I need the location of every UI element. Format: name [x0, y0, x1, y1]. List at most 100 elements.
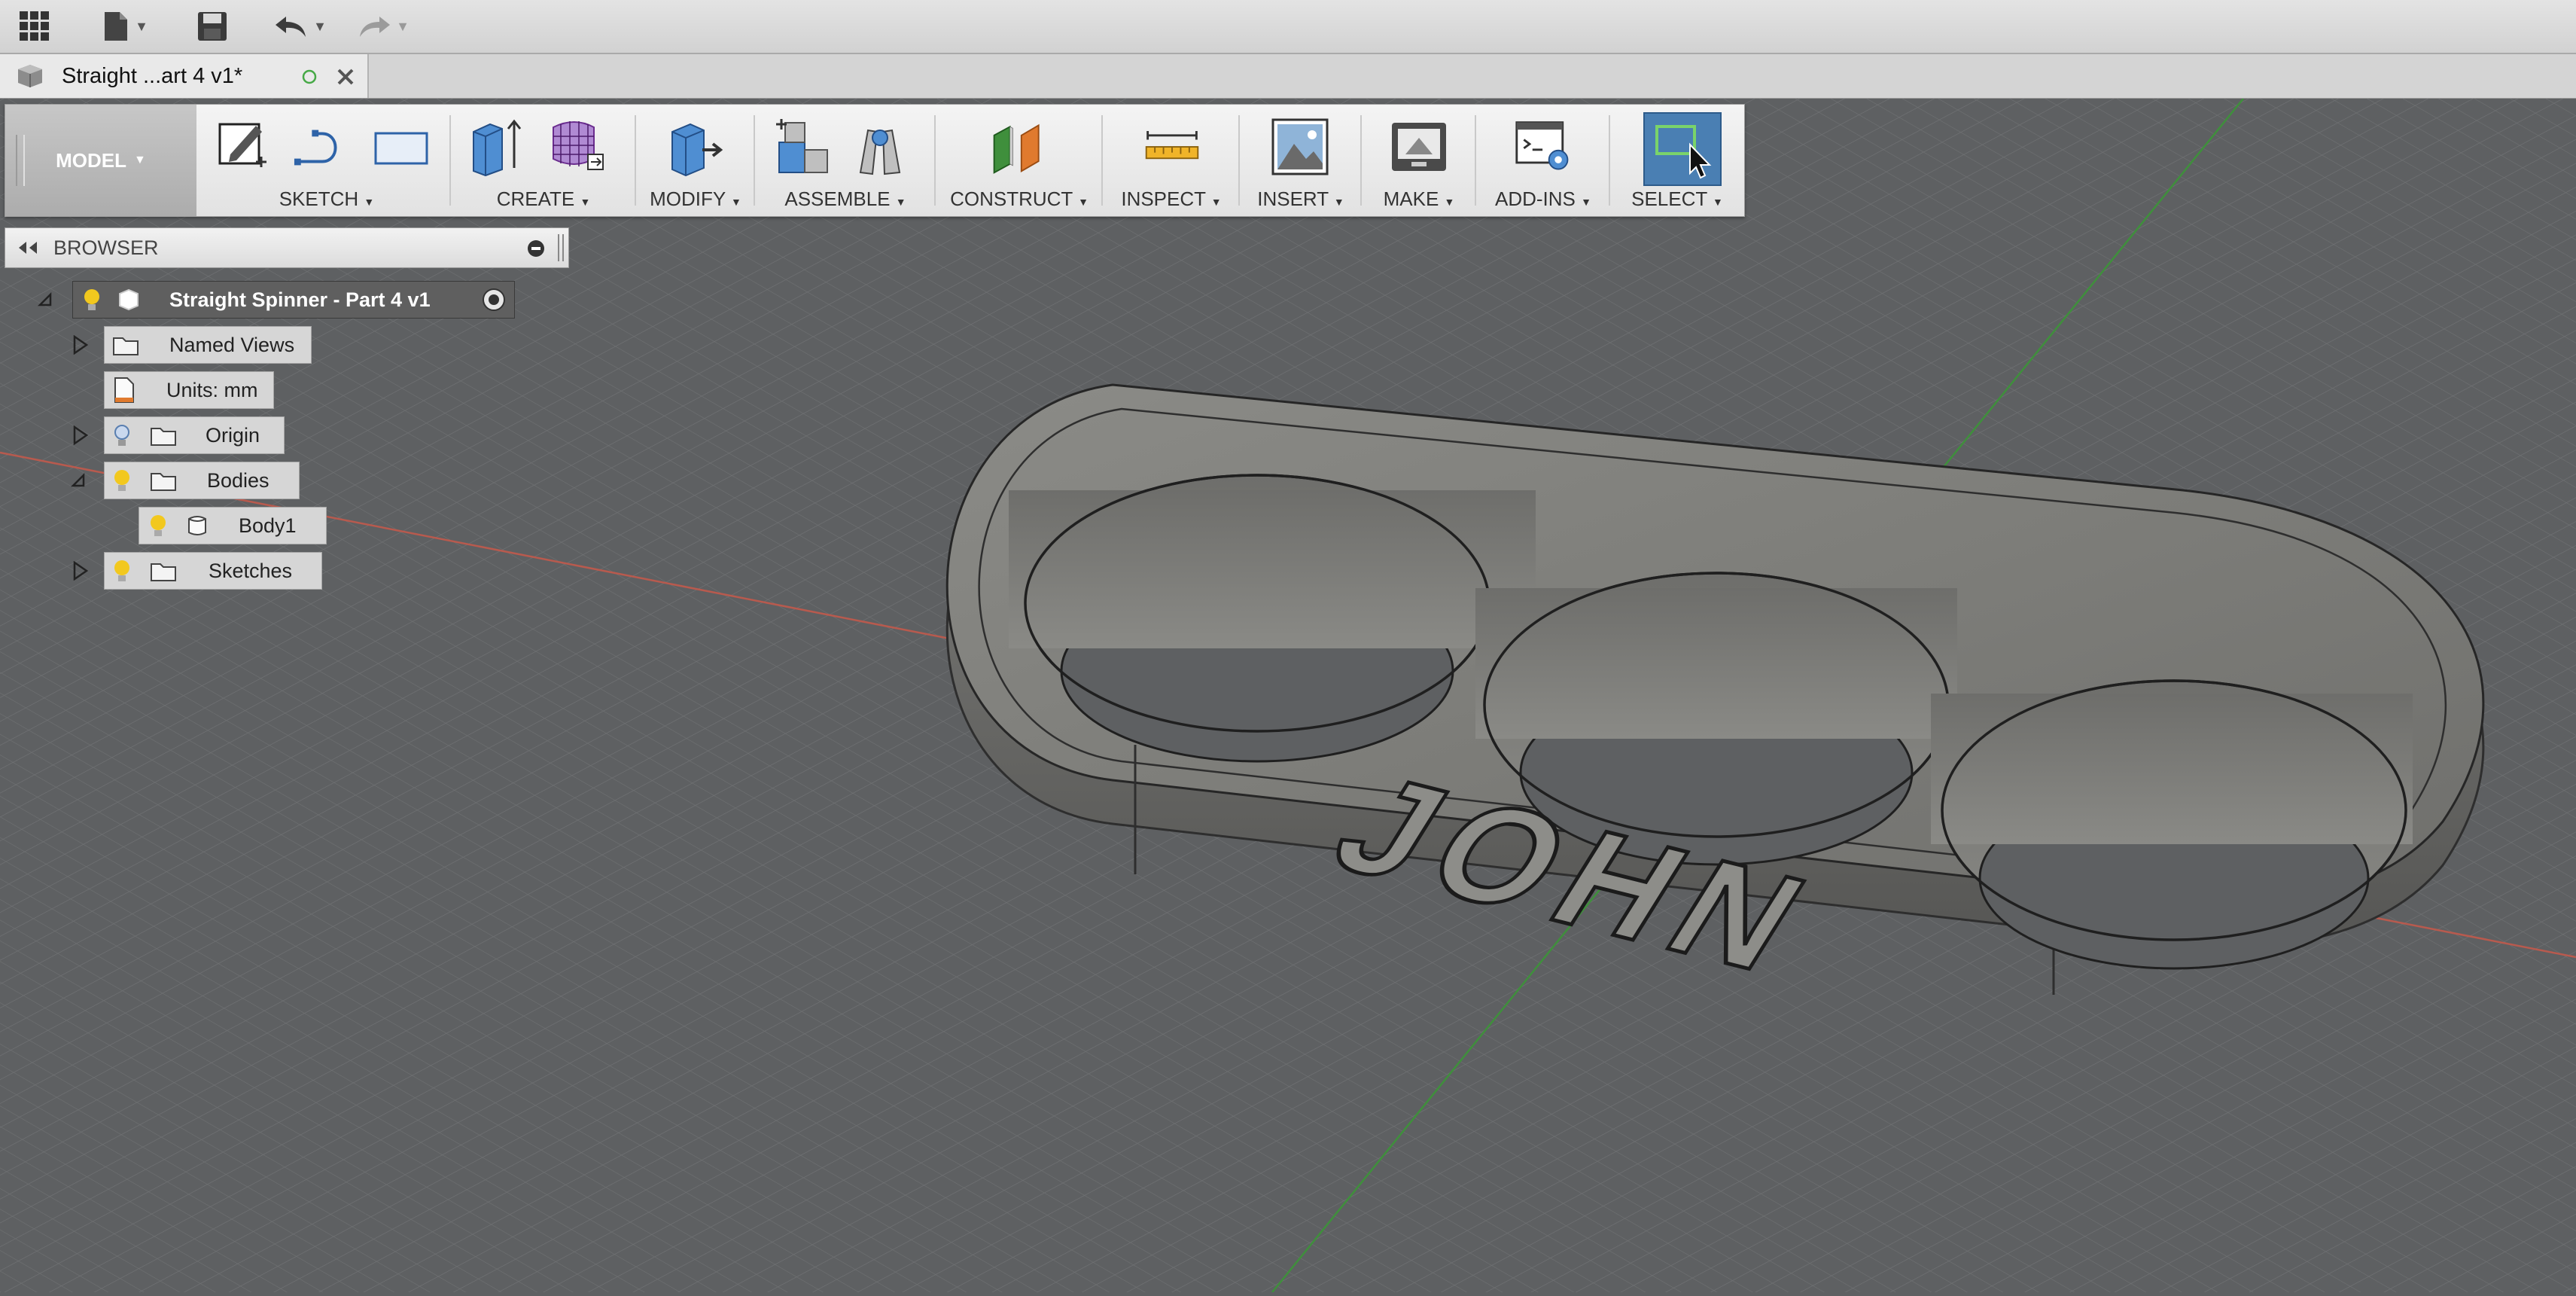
browser-root-node[interactable]: Straight Spinner - Part 4 v1 [72, 281, 515, 319]
rectangle-icon[interactable] [371, 115, 431, 178]
browser-item-bodies[interactable]: Bodies [104, 462, 300, 499]
ribbon-group-inspect[interactable]: INSPECT ▼ [1103, 105, 1240, 216]
document-tab-strip: Straight ...art 4 v1* [0, 54, 2576, 99]
ribbon-group-label: ASSEMBLE [784, 188, 891, 210]
browser-item-label: Sketches [209, 559, 293, 582]
lightbulb-off-icon[interactable] [112, 423, 132, 447]
chevron-down-icon: ▼ [1333, 196, 1344, 208]
chevron-down-icon: ▼ [1078, 196, 1089, 208]
chevron-down-icon: ▼ [364, 196, 375, 208]
collapse-panel-icon[interactable] [16, 240, 38, 255]
scripts-icon[interactable] [1514, 115, 1574, 178]
ribbon-group-label: SKETCH [279, 188, 359, 210]
folder-icon [151, 428, 176, 446]
drag-grip[interactable] [558, 234, 564, 261]
undo-icon [276, 17, 306, 37]
ribbon-group-label: MAKE [1383, 188, 1439, 210]
sync-circle-icon [302, 69, 317, 84]
browser-item-body1[interactable]: Body1 [139, 507, 327, 544]
ribbon-group-label: INSPECT [1121, 188, 1206, 210]
browser-title: BROWSER [53, 236, 159, 259]
lightbulb-on-icon[interactable] [82, 288, 102, 312]
close-icon[interactable] [336, 67, 355, 87]
folder-icon [151, 563, 176, 581]
ribbon-group-sketch[interactable]: SKETCH ▼ [202, 105, 451, 216]
ribbon-group-label: SELECT [1631, 188, 1707, 210]
chevron-down-icon: ▼ [1210, 196, 1222, 208]
browser-item-label: Named Views [169, 333, 295, 356]
browser-item-origin[interactable]: Origin [104, 416, 285, 454]
ribbon-group-construct[interactable]: CONSTRUCT ▼ [936, 105, 1103, 216]
3d-print-icon[interactable] [1389, 115, 1449, 178]
workspace-switcher[interactable]: MODEL ▼ [5, 105, 196, 216]
collapse-triangle-icon[interactable] [68, 470, 89, 491]
new-component-icon[interactable] [772, 115, 832, 178]
spline-icon[interactable] [293, 115, 353, 178]
browser-panel-header: BROWSER [5, 227, 569, 268]
application-bar: ▼ ▼ ▼ [0, 0, 2576, 54]
joint-icon[interactable] [850, 115, 910, 178]
ribbon-group-make[interactable]: MAKE ▼ [1362, 105, 1476, 216]
chevron-down-icon: ▼ [134, 154, 146, 166]
document-tab-title: Straight ...art 4 v1* [62, 64, 243, 88]
folder-icon [113, 337, 139, 355]
ribbon-group-label: MODIFY [650, 188, 726, 210]
ribbon-group-select[interactable]: SELECT ▼ [1610, 105, 1744, 216]
document-tab[interactable]: Straight ...art 4 v1* [0, 54, 369, 98]
browser-item-label: Body1 [239, 514, 297, 537]
select-tool-icon[interactable] [1643, 112, 1722, 186]
collapse-triangle-icon[interactable] [35, 289, 56, 310]
chevron-down-icon: ▼ [580, 196, 591, 208]
canvas-image-icon[interactable] [1270, 115, 1330, 178]
offset-plane-icon[interactable] [988, 115, 1049, 178]
chevron-down-icon: ▼ [1444, 196, 1455, 208]
activate-radio-icon[interactable] [481, 287, 507, 313]
undo-button[interactable]: ▼ [268, 8, 333, 45]
3d-scene[interactable]: JOHN [0, 98, 2576, 1293]
browser-item-named-views[interactable]: Named Views [104, 326, 312, 364]
browser-item-label: Bodies [207, 468, 269, 492]
minimize-icon[interactable] [526, 239, 546, 258]
browser-item-label: Units: mm [166, 378, 258, 401]
canvas-viewport[interactable]: JOHN [0, 98, 2576, 1293]
ribbon-group-create[interactable]: CREATE ▼ [451, 105, 636, 216]
part-icon [18, 65, 42, 87]
ribbon-group-assemble[interactable]: ASSEMBLE ▼ [755, 105, 936, 216]
lightbulb-on-icon[interactable] [112, 468, 132, 492]
units-document-icon [114, 377, 134, 403]
expand-triangle-icon[interactable] [69, 334, 90, 355]
chevron-down-icon: ▼ [731, 196, 741, 208]
press-pull-icon[interactable] [665, 115, 725, 178]
apps-grid-icon[interactable] [14, 8, 56, 45]
browser-item-label: Origin [206, 423, 260, 447]
chevron-down-icon: ▼ [396, 18, 410, 34]
browser-item-units[interactable]: Units: mm [104, 371, 274, 409]
ribbon-group-modify[interactable]: MODIFY ▼ [636, 105, 755, 216]
chevron-down-icon: ▼ [1713, 196, 1723, 208]
drag-grip[interactable] [16, 135, 25, 186]
create-sketch-icon[interactable] [213, 115, 273, 178]
form-icon[interactable] [547, 115, 607, 178]
lightbulb-on-icon[interactable] [148, 514, 168, 538]
browser-item-sketches[interactable]: Sketches [104, 552, 322, 590]
component-icon [119, 288, 139, 311]
ribbon-group-insert[interactable]: INSERT ▼ [1240, 105, 1362, 216]
redo-button[interactable]: ▼ [351, 8, 416, 45]
file-menu-button[interactable]: ▼ [93, 8, 157, 45]
expand-triangle-icon[interactable] [69, 560, 90, 581]
measure-icon[interactable] [1142, 115, 1202, 178]
browser-root-label: Straight Spinner - Part 4 v1 [169, 288, 431, 311]
ribbon-group-label: CONSTRUCT [950, 188, 1073, 210]
ribbon-group-label: CREATE [496, 188, 575, 210]
chevron-down-icon: ▼ [895, 196, 906, 208]
ribbon-group-label: INSERT [1257, 188, 1329, 210]
chevron-down-icon: ▼ [1581, 196, 1591, 208]
redo-icon [360, 17, 391, 37]
chevron-down-icon: ▼ [313, 18, 327, 34]
lightbulb-on-icon[interactable] [112, 559, 132, 583]
ribbon-group-add-ins[interactable]: ADD-INS ▼ [1476, 105, 1610, 216]
workspace-label: MODEL [56, 148, 127, 172]
expand-triangle-icon[interactable] [69, 425, 90, 446]
extrude-icon[interactable] [467, 115, 528, 178]
save-button[interactable] [193, 8, 232, 45]
